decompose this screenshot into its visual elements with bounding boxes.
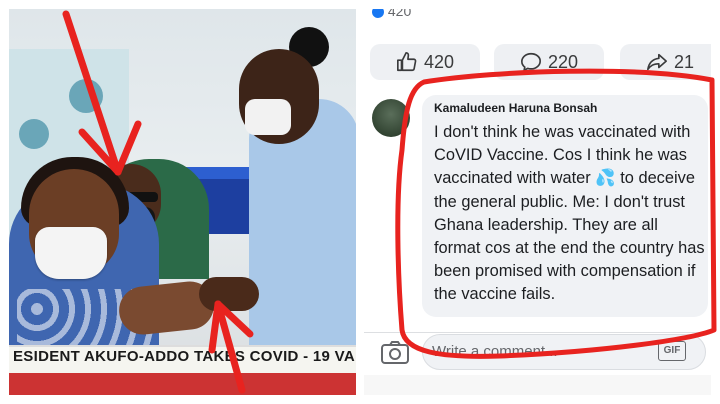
gif-icon[interactable]: GIF bbox=[658, 341, 686, 361]
sweat-droplets-emoji: 💦 bbox=[595, 169, 616, 188]
comment-count: 220 bbox=[547, 51, 579, 72]
thumbs-up-icon bbox=[396, 52, 417, 72]
avatar[interactable] bbox=[372, 99, 410, 137]
comment-author[interactable]: Kamaludeen Haruna Bonsah bbox=[434, 101, 597, 115]
news-photo: ESIDENT AKUFO-ADDO TAKES COVID - 19 VA bbox=[9, 9, 356, 395]
woman-face-mask bbox=[35, 227, 107, 279]
nurse-hand bbox=[199, 277, 259, 311]
comment-icon bbox=[520, 52, 541, 72]
camera-icon[interactable] bbox=[380, 339, 410, 365]
share-icon bbox=[646, 53, 667, 71]
share-button[interactable]: 21 bbox=[620, 44, 711, 80]
share-count: 21 bbox=[673, 51, 695, 72]
like-bubble-icon bbox=[372, 9, 384, 19]
bottom-bar bbox=[364, 375, 711, 395]
comment-input-placeholder: Write a comment... bbox=[432, 343, 558, 360]
reaction-count-top: 420 bbox=[372, 9, 411, 19]
facebook-post-panel: 420 420 220 21 Kamaludeen Haruna Bonsah … bbox=[364, 9, 711, 395]
comment-text: I don't think he was vaccinated with CoV… bbox=[434, 123, 705, 304]
poster-figure bbox=[19, 119, 49, 149]
comment-button[interactable]: 220 bbox=[494, 44, 604, 80]
like-count: 420 bbox=[423, 51, 455, 72]
news-ticker-text: ESIDENT AKUFO-ADDO TAKES COVID - 19 VA bbox=[13, 348, 355, 365]
like-button[interactable]: 420 bbox=[370, 44, 480, 80]
divider bbox=[364, 332, 711, 333]
nurse-face-mask bbox=[245, 99, 291, 135]
poster-figure bbox=[69, 79, 103, 113]
news-ticker-strip bbox=[9, 373, 356, 395]
